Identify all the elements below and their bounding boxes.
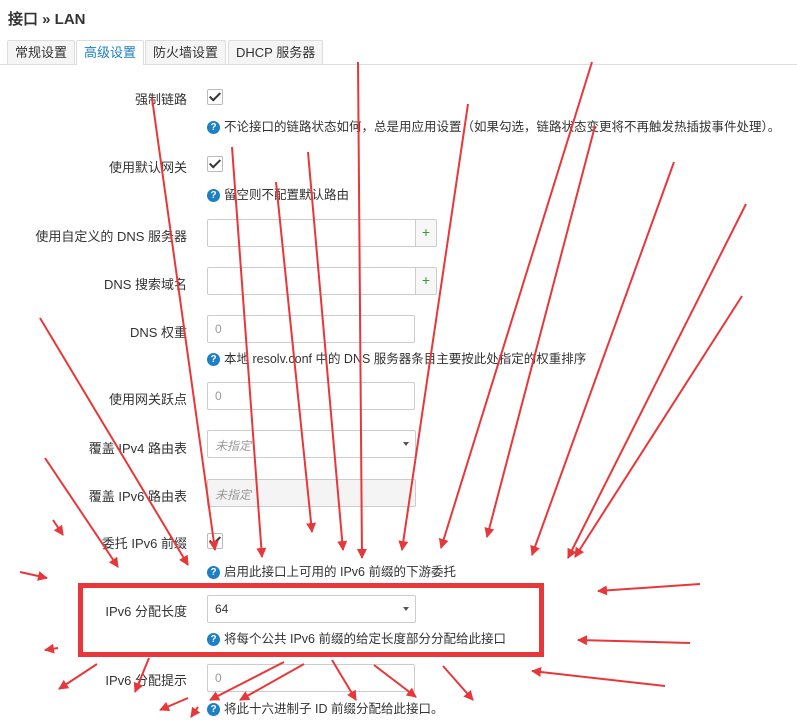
arrow (577, 635, 691, 646)
arrow (190, 706, 201, 718)
force-link-help: ? 不论接口的链路状态如何，总是用应用设置（如果勾选，链路状态变更将不再触发热插拔… (207, 116, 780, 135)
ipv6-assign-hint-input[interactable]: 0 (207, 664, 415, 692)
arrow (58, 663, 98, 690)
arrow (159, 697, 189, 712)
annotation-highlight-box (78, 583, 544, 657)
gateway-metric-input[interactable]: 0 (207, 382, 415, 410)
arrow (574, 295, 743, 558)
custom-dns-input[interactable] (207, 219, 415, 247)
ipv6-route-table-select[interactable]: 未指定 (207, 479, 416, 507)
arrow (531, 667, 666, 687)
arrow (442, 665, 474, 701)
ipv4-route-table-value: 未指定 (215, 439, 252, 453)
ipv6-assign-hint-label: IPv6 分配提示 (105, 673, 187, 688)
question-circle-icon: ? (207, 703, 220, 716)
default-gateway-help-text: 留空则不配置默认路由 (224, 188, 350, 202)
question-circle-icon: ? (207, 121, 220, 134)
arrow (19, 571, 48, 581)
dns-weight-label: DNS 权重 (129, 325, 187, 340)
chevron-down-icon (403, 442, 409, 446)
arrow (567, 203, 747, 559)
tab-advanced-settings[interactable]: 高级设置 (76, 40, 145, 65)
ipv6-assign-hint-help: ? 将此十六进制子 ID 前缀分配给此接口。 (207, 698, 443, 717)
arrow (597, 583, 701, 596)
delegate-prefix-help: ? 启用此接口上可用的 IPv6 前缀的下游委托 (207, 561, 456, 580)
force-link-help-text: 不论接口的链路状态如何，总是用应用设置（如果勾选，链路状态变更将不再触发热插拔事… (224, 120, 781, 134)
tab-dhcp-server[interactable]: DHCP 服务器 (228, 40, 324, 64)
force-link-label: 强制链路 (134, 92, 187, 107)
dns-search-add-button[interactable]: + (415, 267, 437, 295)
tab-general-settings[interactable]: 常规设置 (7, 40, 76, 64)
ipv4-route-table-label: 覆盖 IPv4 路由表 (88, 441, 187, 456)
ipv6-route-table-label: 覆盖 IPv6 路由表 (88, 489, 187, 504)
delegate-prefix-label: 委托 IPv6 前缀 (101, 536, 187, 551)
plus-icon: + (421, 224, 431, 240)
dns-search-input[interactable] (207, 267, 415, 295)
arrow (484, 125, 596, 538)
question-circle-icon: ? (207, 189, 220, 202)
plus-icon: + (421, 272, 431, 288)
delegate-prefix-checkbox[interactable] (207, 533, 223, 549)
tab-firewall-settings[interactable]: 防火墙设置 (145, 40, 227, 64)
ipv4-route-table-select[interactable]: 未指定 (207, 430, 416, 458)
question-circle-icon: ? (207, 566, 220, 579)
dns-weight-help: ? 本地 resolv.conf 中的 DNS 服务器条目主要按此处指定的权重排序 (207, 348, 586, 367)
ipv6-assign-hint-help-text: 将此十六进制子 ID 前缀分配给此接口。 (224, 702, 444, 716)
delegate-prefix-help-text: 启用此接口上可用的 IPv6 前缀的下游委托 (224, 565, 456, 579)
tab-bar: 常规设置 高级设置 防火墙设置 DHCP 服务器 (0, 40, 797, 65)
arrow (44, 643, 59, 654)
gateway-metric-label: 使用网关跃点 (108, 392, 187, 407)
question-circle-icon: ? (207, 353, 220, 366)
arrow (52, 519, 64, 536)
dns-weight-input[interactable]: 0 (207, 315, 415, 343)
custom-dns-label: 使用自定义的 DNS 服务器 (35, 229, 187, 244)
dns-weight-help-text: 本地 resolv.conf 中的 DNS 服务器条目主要按此处指定的权重排序 (224, 352, 587, 366)
default-gateway-label: 使用默认网关 (108, 160, 187, 175)
page-title: 接口 » LAN (8, 11, 86, 28)
custom-dns-add-button[interactable]: + (415, 219, 437, 247)
default-gateway-help: ? 留空则不配置默认路由 (207, 184, 349, 203)
force-link-checkbox[interactable] (207, 89, 223, 105)
ipv6-route-table-value: 未指定 (215, 488, 252, 502)
default-gateway-checkbox[interactable] (207, 156, 223, 172)
dns-search-label: DNS 搜索域名 (103, 277, 187, 292)
